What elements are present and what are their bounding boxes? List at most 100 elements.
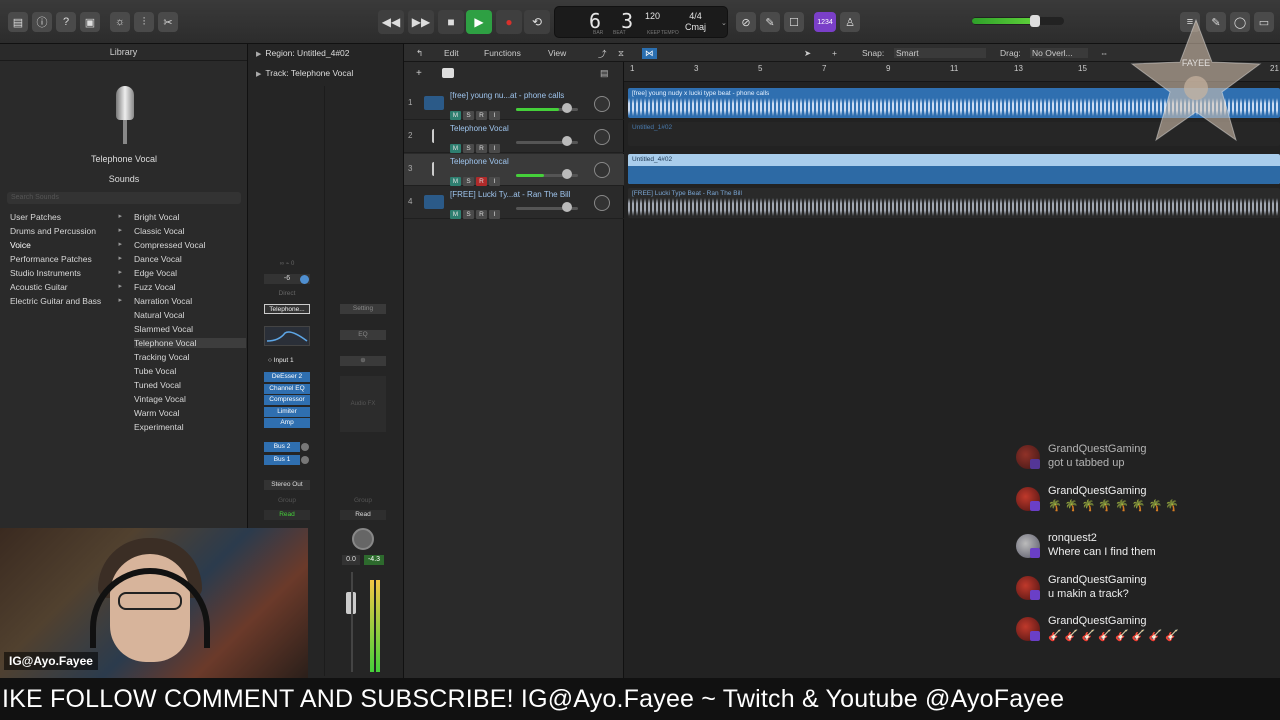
- solo-button[interactable]: S: [463, 210, 474, 219]
- library-patch-item[interactable]: Vintage Vocal: [134, 394, 246, 404]
- library-category-item[interactable]: Electric Guitar and Bass ▸: [10, 296, 122, 306]
- track-volume-handle[interactable]: [562, 202, 572, 212]
- lcd-display[interactable]: 6 3 BAR BEAT 120 KEEP 4/4 Cmaj TEMPO ⌄: [554, 6, 728, 38]
- library-category-item[interactable]: User Patches ▸: [10, 212, 122, 222]
- automation-mode-left[interactable]: Read: [264, 510, 310, 520]
- flex-icon[interactable]: ⋈: [642, 48, 657, 59]
- eq-thumbnail[interactable]: [264, 326, 310, 346]
- track-header-row[interactable]: 1 [free] young nu...at - phone calls M S R I: [404, 88, 624, 120]
- library-patch-item[interactable]: Natural Vocal: [134, 310, 246, 320]
- back-arrow-icon[interactable]: ↰: [416, 48, 423, 59]
- master-volume-slider[interactable]: [972, 15, 1064, 27]
- audio-fx-slot[interactable]: Limiter: [264, 406, 310, 417]
- track-header-row[interactable]: 2 Telephone Vocal M S R I: [404, 121, 624, 153]
- marquee-tool-icon[interactable]: +: [832, 48, 837, 58]
- library-category-item[interactable]: Drums and Percussion ▸: [10, 226, 122, 236]
- rewind-button[interactable]: ◀◀: [378, 10, 404, 34]
- audio-fx-slot[interactable]: Channel EQ: [264, 383, 310, 394]
- lcd-chevron-icon[interactable]: ⌄: [721, 19, 727, 27]
- add-track-icon[interactable]: +: [416, 68, 422, 79]
- record-enable-button[interactable]: R: [476, 177, 487, 186]
- pointer-tool-icon[interactable]: ➤: [804, 48, 811, 59]
- editors-scissors-icon[interactable]: ✂: [158, 12, 178, 32]
- record-enable-button[interactable]: R: [476, 210, 487, 219]
- fast-forward-button[interactable]: ▶▶: [408, 10, 434, 34]
- track-name[interactable]: [FREE] Lucki Ty...at - Ran The Bill: [450, 190, 580, 199]
- input-monitor-button[interactable]: I: [489, 210, 500, 219]
- track-inspector-header[interactable]: ▶ Track: Telephone Vocal: [256, 68, 353, 78]
- library-patch-item[interactable]: Experimental: [134, 422, 246, 432]
- track-pan-knob[interactable]: [594, 162, 610, 178]
- waveform-zoom-icon[interactable]: ⧖: [618, 48, 624, 59]
- library-patch-item[interactable]: Dance Vocal: [134, 254, 246, 264]
- track-pan-knob[interactable]: [594, 129, 610, 145]
- library-patch-item[interactable]: Tuned Vocal: [134, 380, 246, 390]
- library-patch-item[interactable]: Bright Vocal: [134, 212, 246, 222]
- solo-button[interactable]: S: [463, 144, 474, 153]
- global-tracks-icon[interactable]: [442, 68, 454, 78]
- library-patch-item[interactable]: Compressed Vocal: [134, 240, 246, 250]
- send-level-knob-icon[interactable]: [301, 443, 309, 451]
- mixer-icon[interactable]: ⫶: [134, 12, 154, 32]
- library-patch-item[interactable]: Narration Vocal: [134, 296, 246, 306]
- track-region[interactable]: Untitled_4#02: [628, 154, 1280, 184]
- functions-menu[interactable]: Functions: [484, 48, 521, 58]
- master-volume-handle[interactable]: [1030, 15, 1041, 27]
- library-patch-item[interactable]: Tracking Vocal: [134, 352, 246, 362]
- send-slot[interactable]: Bus 2: [264, 442, 300, 452]
- view-menu[interactable]: View: [548, 48, 566, 58]
- library-patch-item[interactable]: Warm Vocal: [134, 408, 246, 418]
- setting-slot-right[interactable]: Setting: [340, 304, 386, 314]
- metronome-icon[interactable]: ♙: [840, 12, 860, 32]
- pan-knob[interactable]: [352, 528, 374, 550]
- library-category-item[interactable]: Performance Patches ▸: [10, 254, 122, 264]
- library-patch-item[interactable]: Slammed Vocal: [134, 324, 246, 334]
- send-level-knob-icon[interactable]: [301, 456, 309, 464]
- solo-icon[interactable]: ☐: [784, 12, 804, 32]
- input-monitor-button[interactable]: I: [489, 111, 500, 120]
- collapse-icon[interactable]: ⇔: [1100, 48, 1109, 58]
- solo-button[interactable]: S: [463, 111, 474, 120]
- track-name[interactable]: Telephone Vocal: [450, 124, 580, 133]
- setting-slot[interactable]: Telephone...: [264, 304, 310, 314]
- track-pan-knob[interactable]: [594, 96, 610, 112]
- mute-button[interactable]: M: [450, 144, 461, 153]
- library-patch-item[interactable]: Edge Vocal: [134, 268, 246, 278]
- input-slot[interactable]: ○ Input 1: [264, 356, 310, 366]
- group-slot-left[interactable]: Group: [264, 496, 310, 506]
- eq-slot-right[interactable]: EQ: [340, 330, 386, 340]
- record-button[interactable]: ●: [496, 10, 522, 34]
- library-category-item[interactable]: Voice ▸: [10, 240, 122, 250]
- count-in-badge[interactable]: 1234: [814, 12, 836, 32]
- edit-menu[interactable]: Edit: [444, 48, 459, 58]
- audio-fx-slot-right[interactable]: Audio FX: [340, 376, 386, 432]
- input-monitor-button[interactable]: I: [489, 144, 500, 153]
- library-toggle-icon[interactable]: ▤: [8, 12, 28, 32]
- track-name[interactable]: [free] young nu...at - phone calls: [450, 91, 580, 100]
- track-volume-handle[interactable]: [562, 103, 572, 113]
- help-icon[interactable]: ?: [56, 12, 76, 32]
- smart-controls-icon[interactable]: ☼: [110, 12, 130, 32]
- track-header-options-icon[interactable]: ▤: [600, 68, 609, 79]
- track-region[interactable]: [FREE] Lucki Type Beat - Ran The Bill: [628, 188, 1280, 218]
- track-volume-handle[interactable]: [562, 136, 572, 146]
- mute-button[interactable]: M: [450, 210, 461, 219]
- drag-dropdown[interactable]: No Overl...: [1030, 48, 1088, 58]
- play-button[interactable]: ▶: [466, 10, 492, 34]
- output-slot[interactable]: Stereo Out: [264, 480, 310, 490]
- mute-button[interactable]: M: [450, 111, 461, 120]
- toolbar-toggle-icon[interactable]: ▣: [80, 12, 100, 32]
- library-patch-item[interactable]: Tube Vocal: [134, 366, 246, 376]
- record-enable-button[interactable]: R: [476, 111, 487, 120]
- automation-mode-right[interactable]: Read: [340, 510, 386, 520]
- mute-button[interactable]: M: [450, 177, 461, 186]
- search-sounds-input[interactable]: Search Sounds: [7, 192, 241, 204]
- track-pan-knob[interactable]: [594, 195, 610, 211]
- catch-icon[interactable]: ⤴: [598, 48, 607, 60]
- track-header-row[interactable]: 3 Telephone Vocal M S R I: [404, 154, 624, 186]
- library-patch-item[interactable]: Telephone Vocal: [134, 338, 246, 348]
- library-category-item[interactable]: Acoustic Guitar ▸: [10, 282, 122, 292]
- snap-dropdown[interactable]: Smart: [894, 48, 986, 58]
- link-icon-slot[interactable]: ⊕: [340, 356, 386, 366]
- group-slot-right[interactable]: Group: [340, 496, 386, 506]
